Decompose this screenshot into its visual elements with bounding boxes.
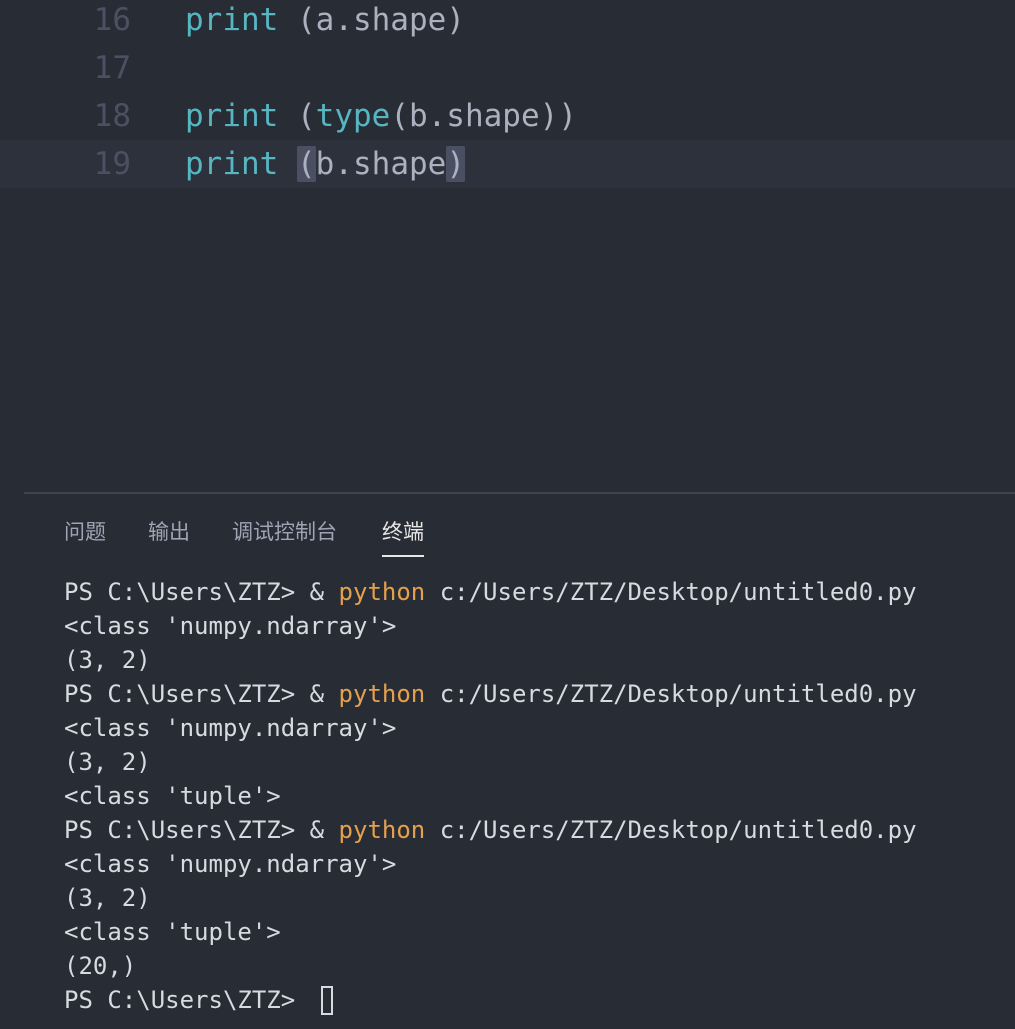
code-token: (: [278, 98, 316, 134]
code-token: b.shape: [315, 146, 447, 182]
call-operator: &: [309, 680, 339, 708]
tab-debug-console[interactable]: 调试控制台: [232, 512, 337, 552]
terminal-output-line: <class 'tuple'>: [64, 782, 281, 810]
tab-output[interactable]: 输出: [148, 512, 190, 552]
function-token: print: [185, 146, 279, 182]
terminal-prompt: PS C:\Users\ZTZ>: [64, 680, 310, 708]
code-token: (a.shape): [278, 2, 465, 38]
line-number: 18: [93, 98, 131, 134]
panel-divider[interactable]: [24, 492, 1015, 494]
line-number: 19: [93, 146, 131, 182]
call-operator: &: [309, 816, 339, 844]
line-number: 17: [93, 50, 131, 86]
command-name: python: [338, 680, 426, 708]
call-operator: &: [309, 578, 339, 606]
terminal-prompt: PS C:\Users\ZTZ>: [64, 816, 310, 844]
terminal-output-line: <class 'numpy.ndarray'>: [64, 850, 397, 878]
terminal-output-line: <class 'numpy.ndarray'>: [64, 612, 397, 640]
code-line[interactable]: 17: [0, 48, 1015, 96]
terminal-command-line: PS C:\Users\ZTZ> & python c:/Users/ZTZ/D…: [64, 575, 917, 609]
command-argument: c:/Users/ZTZ/Desktop/untitled0.py: [425, 816, 917, 844]
code-text[interactable]: print (b.shape): [185, 144, 465, 184]
terminal-prompt: PS C:\Users\ZTZ>: [64, 578, 310, 606]
code-line[interactable]: 16 print (a.shape): [0, 0, 1015, 48]
command-argument: c:/Users/ZTZ/Desktop/untitled0.py: [425, 680, 917, 708]
command-name: python: [338, 578, 426, 606]
tab-terminal-label: 终端: [382, 520, 424, 544]
code-text[interactable]: print (a.shape): [185, 0, 465, 40]
terminal-prompt-line: PS C:\Users\ZTZ>: [64, 986, 310, 1014]
function-token: print: [185, 98, 279, 134]
command-argument: c:/Users/ZTZ/Desktop/untitled0.py: [425, 578, 917, 606]
terminal-output-line: <class 'numpy.ndarray'>: [64, 714, 397, 742]
bracket-match-highlight: (: [297, 146, 316, 182]
active-tab-indicator: [382, 555, 424, 557]
tab-problems[interactable]: 问题: [64, 512, 106, 552]
terminal-output-line: (20,): [64, 952, 137, 980]
bracket-match-highlight: ): [446, 146, 465, 182]
function-token: print: [185, 2, 279, 38]
code-editor[interactable]: 16 print (a.shape) 17 18 print (type(b.s…: [0, 0, 1015, 493]
line-number: 16: [93, 2, 131, 38]
code-line[interactable]: 18 print (type(b.shape)): [0, 96, 1015, 144]
terminal[interactable]: PS C:\Users\ZTZ> & python c:/Users/ZTZ/D…: [64, 575, 1004, 1025]
command-name: python: [338, 816, 426, 844]
code-text[interactable]: print (type(b.shape)): [185, 96, 577, 136]
code-token: (b.shape)): [390, 98, 577, 134]
terminal-command-line: PS C:\Users\ZTZ> & python c:/Users/ZTZ/D…: [64, 813, 917, 847]
terminal-command-line: PS C:\Users\ZTZ> & python c:/Users/ZTZ/D…: [64, 677, 917, 711]
code-line-current[interactable]: 19 print (b.shape): [0, 140, 1015, 188]
function-token: type: [315, 98, 391, 134]
terminal-output-line: (3, 2): [64, 748, 151, 776]
terminal-output-line: <class 'tuple'>: [64, 918, 281, 946]
tab-terminal[interactable]: 终端: [382, 512, 424, 557]
terminal-output-line: (3, 2): [64, 884, 151, 912]
terminal-cursor: [321, 986, 333, 1015]
terminal-output-line: (3, 2): [64, 646, 151, 674]
